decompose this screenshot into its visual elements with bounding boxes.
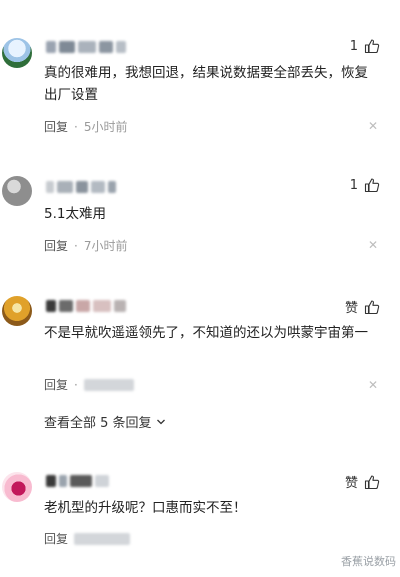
comment-text: 5.1太难用 xyxy=(44,206,106,222)
close-icon[interactable]: ✕ xyxy=(368,238,378,252)
like-button[interactable]: 赞 xyxy=(345,297,380,316)
like-count: 1 xyxy=(349,177,358,193)
comment-text: 真的很难用，我想回退，结果说数据要全部丢失，恢复出厂设置 xyxy=(44,65,368,103)
like-count: 1 xyxy=(349,38,358,54)
comment-meta: 回复 · 7小时前 xyxy=(44,237,127,254)
chevron-down-icon xyxy=(156,419,165,424)
username-blurred[interactable] xyxy=(46,472,109,490)
view-replies-label: 查看全部 5 条回复 xyxy=(44,416,152,431)
reply-button[interactable]: 回复 xyxy=(44,237,68,254)
like-button[interactable]: 1 xyxy=(350,177,380,193)
separator-dot: · xyxy=(74,238,78,253)
comment-meta: 回复 · 5小时前 xyxy=(44,118,127,135)
close-icon[interactable]: ✕ xyxy=(368,119,378,133)
thumb-up-icon xyxy=(364,299,380,314)
like-label: 赞 xyxy=(344,301,358,316)
comment-meta: 回复 xyxy=(44,530,131,547)
timestamp-blurred xyxy=(83,378,134,391)
avatar[interactable] xyxy=(2,296,32,326)
avatar[interactable] xyxy=(2,176,32,206)
reply-button[interactable]: 回复 xyxy=(44,530,68,547)
watermark: 香蕉说数码 xyxy=(341,555,396,568)
username-blurred[interactable] xyxy=(46,178,116,196)
thumb-up-icon xyxy=(364,474,380,489)
avatar[interactable] xyxy=(2,38,32,68)
comment-text: 老机型的升级呢？口惠而实不至！ xyxy=(44,500,247,516)
like-button[interactable]: 1 xyxy=(350,38,380,54)
separator-dot: · xyxy=(74,119,78,134)
username-blurred[interactable] xyxy=(46,38,126,56)
reply-button[interactable]: 回复 xyxy=(44,118,68,135)
like-button[interactable]: 赞 xyxy=(345,472,380,491)
thumb-up-icon xyxy=(364,178,380,193)
like-label: 赞 xyxy=(344,476,358,491)
timestamp: 7小时前 xyxy=(83,239,128,253)
comment-meta: 回复 · xyxy=(44,376,134,393)
thumb-up-icon xyxy=(364,39,380,54)
avatar[interactable] xyxy=(2,472,32,502)
timestamp: 5小时前 xyxy=(83,120,128,134)
username-blurred[interactable] xyxy=(46,297,126,315)
timestamp-blurred xyxy=(74,532,131,545)
reply-button[interactable]: 回复 xyxy=(44,376,68,393)
close-icon[interactable]: ✕ xyxy=(368,378,378,392)
view-all-replies-button[interactable]: 查看全部 5 条回复 xyxy=(44,412,166,431)
separator-dot: · xyxy=(74,377,78,392)
comment-text: 不是早就吹遥遥领先了，不知道的还以为哄蒙宇宙第一 xyxy=(44,325,368,341)
